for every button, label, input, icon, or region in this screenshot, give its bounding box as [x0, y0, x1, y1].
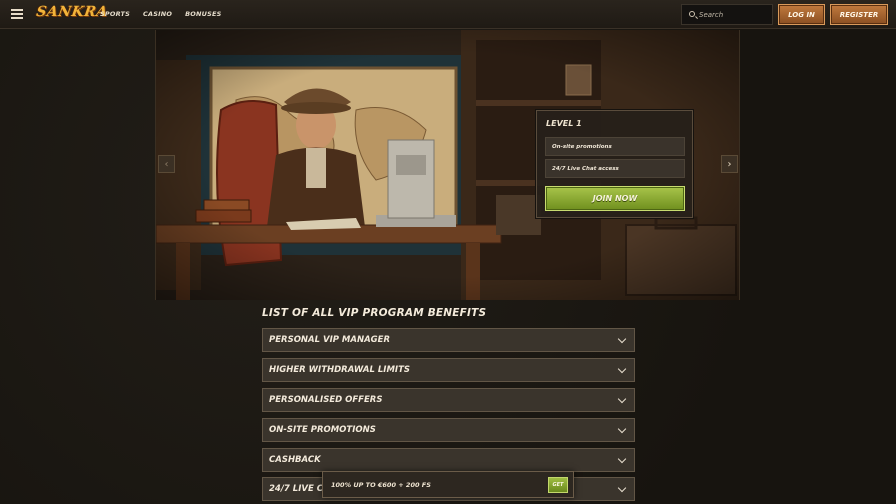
benefit-accordion-onsite-promotions[interactable]: ON-SITE PROMOTIONS — [262, 418, 635, 442]
accordion-label: 24/7 LIVE C — [269, 484, 323, 494]
menu-icon[interactable] — [11, 9, 23, 19]
level-benefit-item: 24/7 Live Chat access — [545, 159, 685, 178]
bonus-offer-bar: 100% UP TO €600 + 200 FS GET — [322, 471, 574, 498]
chevron-left-icon: ‹ — [164, 158, 169, 170]
chevron-down-icon — [617, 424, 627, 434]
register-button[interactable]: REGISTER — [830, 4, 888, 25]
benefits-title: LIST OF ALL VIP PROGRAM BENEFITS — [262, 307, 487, 319]
chevron-down-icon — [617, 364, 627, 374]
accordion-label: CASHBACK — [269, 455, 321, 465]
get-bonus-button[interactable]: GET — [548, 477, 568, 493]
chevron-down-icon — [617, 334, 627, 344]
chevron-down-icon — [617, 483, 627, 493]
accordion-label: HIGHER WITHDRAWAL LIMITS — [269, 365, 410, 375]
benefit-accordion-withdrawal-limits[interactable]: HIGHER WITHDRAWAL LIMITS — [262, 358, 635, 382]
brand-logo[interactable]: SANKRA — [35, 4, 109, 24]
nav-casino[interactable]: CASINO — [143, 10, 172, 18]
login-button[interactable]: LOG IN — [778, 4, 825, 25]
benefit-accordion-personalised-offers[interactable]: PERSONALISED OFFERS — [262, 388, 635, 412]
chevron-right-icon: › — [727, 158, 732, 170]
accordion-label: PERSONALISED OFFERS — [269, 395, 383, 405]
vip-level-card: LEVEL 1 On-site promotions 24/7 Live Cha… — [536, 110, 693, 218]
chevron-down-icon — [617, 454, 627, 464]
benefit-accordion-vip-manager[interactable]: PERSONAL VIP MANAGER — [262, 328, 635, 352]
carousel-next-button[interactable]: › — [721, 155, 738, 173]
accordion-label: PERSONAL VIP MANAGER — [269, 335, 390, 345]
level-benefit-item: On-site promotions — [545, 137, 685, 156]
bonus-offer-text: 100% UP TO €600 + 200 FS — [331, 481, 431, 489]
search-icon — [689, 11, 695, 17]
search-input[interactable] — [699, 8, 769, 22]
search-box[interactable] — [681, 4, 773, 25]
benefit-accordion-cashback[interactable]: CASHBACK — [262, 448, 635, 472]
top-header: SANKRA SPORTS CASINO BONUSES LOG IN REGI… — [0, 0, 896, 29]
nav-sports[interactable]: SPORTS — [100, 10, 130, 18]
join-now-button[interactable]: JOIN NOW — [545, 186, 685, 211]
accordion-label: ON-SITE PROMOTIONS — [269, 425, 376, 435]
nav-bonuses[interactable]: BONUSES — [185, 10, 221, 18]
chevron-down-icon — [617, 394, 627, 404]
level-title: LEVEL 1 — [546, 119, 582, 128]
carousel-prev-button[interactable]: ‹ — [158, 155, 175, 173]
main-nav: SPORTS CASINO BONUSES — [100, 10, 221, 18]
